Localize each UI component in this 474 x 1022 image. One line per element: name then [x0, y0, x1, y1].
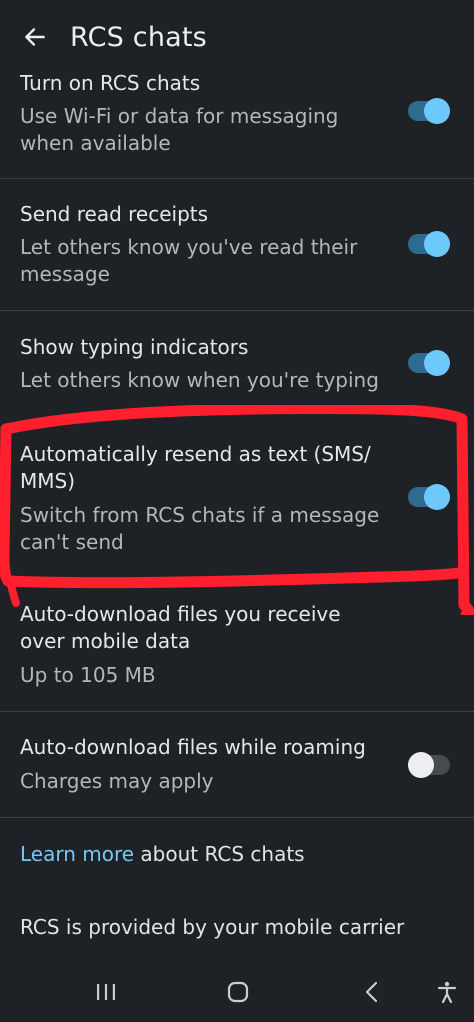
setting-title: Auto-download files you receive over mob… [20, 602, 341, 653]
toggle-thumb [424, 98, 450, 124]
setting-subtitle: Let others know when you're typing [20, 368, 379, 392]
toggle-thumb [424, 231, 450, 257]
setting-auto-download-mobile[interactable]: Auto-download files you receive over mob… [0, 580, 474, 712]
setting-text: Show typing indicators Let others know w… [20, 334, 390, 394]
setting-subtitle: Up to 105 MB [20, 663, 156, 687]
setting-text: Auto-download files you receive over mob… [20, 601, 390, 689]
toggle-read-receipts[interactable] [408, 229, 450, 259]
setting-title: Automatically resend as text (SMS/ MMS) [20, 442, 371, 493]
back-button[interactable] [0, 0, 70, 74]
setting-subtitle: Use Wi-Fi or data for messaging when ava… [20, 104, 339, 155]
learn-more-link[interactable]: Learn more [20, 842, 134, 866]
setting-auto-download-roaming[interactable]: Auto-download files while roaming Charge… [0, 712, 474, 818]
setting-title: Turn on RCS chats [20, 71, 201, 95]
toggle-thumb [424, 484, 450, 510]
home-button[interactable] [218, 976, 258, 1008]
screen: Turn on RCS chats Use Wi-Fi or data for … [0, 0, 474, 1022]
setting-text: Send read receipts Let others know you'v… [20, 201, 390, 288]
setting-resend-as-text[interactable]: Automatically resend as text (SMS/ MMS) … [0, 416, 474, 580]
arrow-back-icon [25, 28, 45, 46]
setting-subtitle: Charges may apply [20, 769, 214, 793]
setting-subtitle: Let others know you've read their messag… [20, 235, 358, 286]
setting-text: Automatically resend as text (SMS/ MMS) … [20, 441, 380, 556]
setting-read-receipts[interactable]: Send read receipts Let others know you'v… [0, 179, 474, 311]
setting-title: Send read receipts [20, 202, 209, 226]
app-bar: RCS chats [0, 0, 474, 74]
nav-back-button[interactable] [352, 976, 392, 1008]
toggle-thumb [408, 752, 434, 778]
toggle-auto-download-roaming[interactable] [408, 750, 450, 780]
learn-more-rest: about RCS chats [134, 842, 305, 866]
carrier-note: RCS is provided by your mobile carrier [20, 915, 405, 939]
setting-typing-indicators[interactable]: Show typing indicators Let others know w… [0, 311, 474, 416]
setting-subtitle: Switch from RCS chats if a message can't… [20, 503, 380, 554]
recents-button[interactable] [86, 976, 126, 1008]
accessibility-icon [437, 981, 457, 1004]
setting-text: Turn on RCS chats Use Wi-Fi or data for … [20, 70, 390, 157]
learn-more-line: Learn more about RCS chats [20, 842, 305, 866]
recents-icon [97, 984, 115, 1000]
toggle-typing-indicators[interactable] [408, 348, 450, 378]
accessibility-button[interactable] [427, 976, 467, 1008]
setting-title: Show typing indicators [20, 335, 249, 359]
toggle-thumb [424, 350, 450, 376]
system-nav-bar [0, 962, 474, 1022]
nav-back-icon [365, 981, 378, 1003]
setting-text: Auto-download files while roaming Charge… [20, 734, 390, 795]
toggle-resend-as-text[interactable] [408, 482, 450, 512]
toggle-rcs-chats[interactable] [408, 96, 450, 126]
home-icon [227, 981, 249, 1003]
page-title: RCS chats [70, 21, 207, 53]
setting-title: Auto-download files while roaming [20, 735, 366, 759]
